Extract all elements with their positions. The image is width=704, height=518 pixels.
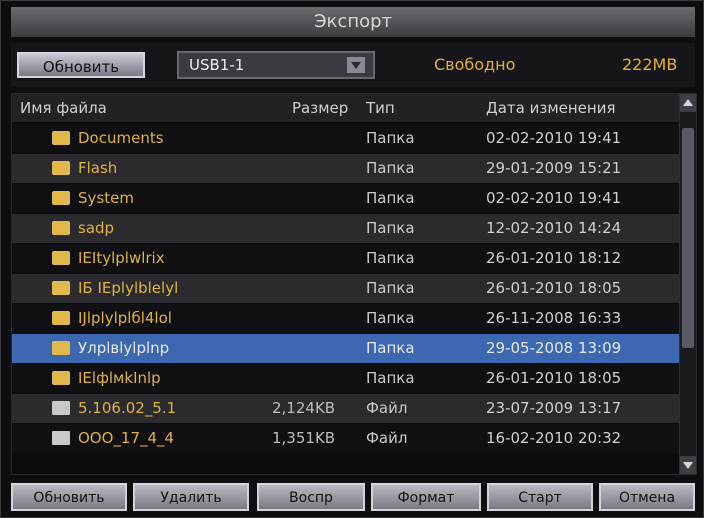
file-row[interactable]: sadp Папка 12-02-2010 14:24 — [12, 214, 680, 243]
file-name: IElфlмkInlp — [78, 369, 161, 387]
file-row[interactable]: IJlplylplбl4lol Папка 26-11-2008 16:33 — [12, 304, 680, 333]
folder-icon — [52, 131, 70, 145]
free-space-value: 222MB — [622, 55, 678, 74]
file-name: Documents — [78, 129, 164, 147]
file-row[interactable]: Улрlвlylplnp Папка 29-05-2008 13:09 — [12, 334, 680, 363]
file-date: 12-02-2010 14:24 — [486, 219, 622, 237]
file-row[interactable]: 5.106.02_5.1 2,124KB Файл 23-07-2009 13:17 — [12, 394, 680, 423]
file-name: IEItylplwlrix — [78, 249, 165, 267]
file-date: 29-05-2008 13:09 — [486, 339, 622, 357]
file-name: Flash — [78, 159, 118, 177]
file-date: 23-07-2009 13:17 — [486, 399, 622, 417]
file-date: 29-01-2009 15:21 — [486, 159, 622, 177]
free-space-label: Свободно — [434, 55, 516, 74]
file-row[interactable]: Flash Папка 29-01-2009 15:21 — [12, 154, 680, 183]
format-button[interactable]: Формат — [371, 483, 481, 511]
file-list-rows: Documents Папка 02-02-2010 19:41 Flash Папка… — [12, 124, 680, 474]
refresh-button[interactable]: Обновить — [17, 52, 145, 78]
folder-icon — [52, 191, 70, 205]
export-dialog: Экспорт Обновить USB1-1 Свободно 222MB И… — [0, 0, 704, 518]
scroll-up-icon[interactable] — [680, 94, 696, 112]
cancel-button[interactable]: Отмена — [599, 483, 695, 511]
device-select[interactable]: USB1-1 — [177, 51, 375, 79]
file-size: 1,351KB — [272, 429, 336, 447]
footer-buttons: Обновить Удалить Воспр Формат Старт Отме… — [11, 483, 695, 511]
delete-button[interactable]: Удалить — [133, 483, 249, 511]
file-date: 26-01-2010 18:12 — [486, 249, 622, 267]
folder-icon — [52, 221, 70, 235]
scroll-down-icon[interactable] — [680, 456, 696, 474]
file-type: Папка — [366, 309, 415, 327]
chevron-down-icon[interactable] — [347, 57, 365, 73]
file-icon — [52, 431, 70, 445]
vertical-scrollbar[interactable] — [679, 94, 696, 474]
toolbar: Обновить USB1-1 Свободно 222MB — [11, 43, 695, 87]
file-type: Папка — [366, 129, 415, 147]
footer-refresh-button[interactable]: Обновить — [11, 483, 127, 511]
file-name: 5.106.02_5.1 — [78, 399, 177, 417]
file-type: Папка — [366, 279, 415, 297]
header-date[interactable]: Дата изменения — [486, 99, 616, 117]
file-list-panel: Имя файла Размер Тип Дата изменения Docu… — [11, 93, 697, 475]
file-size: 2,124KB — [272, 399, 336, 417]
file-type: Папка — [366, 369, 415, 387]
file-name: System — [78, 189, 134, 207]
file-row[interactable]: IElфlмkInlp Папка 26-01-2010 18:05 — [12, 364, 680, 393]
file-type: Папка — [366, 159, 415, 177]
folder-icon — [52, 161, 70, 175]
file-type: Папка — [366, 219, 415, 237]
start-button[interactable]: Старт — [487, 483, 593, 511]
header-name[interactable]: Имя файла — [20, 99, 107, 117]
file-type: Файл — [366, 399, 408, 417]
file-row[interactable]: ООО_17_4_4 1,351KB Файл 16-02-2010 20:32 — [12, 424, 680, 453]
scroll-thumb[interactable] — [682, 128, 694, 348]
folder-icon — [52, 311, 70, 325]
file-name: sadp — [78, 219, 115, 237]
file-date: 02-02-2010 19:41 — [486, 129, 622, 147]
file-name: IJlplylplбl4lol — [78, 309, 172, 327]
file-row[interactable]: IБ IEplylblelyl Папка 26-01-2010 18:05 — [12, 274, 680, 303]
file-row[interactable]: Documents Папка 02-02-2010 19:41 — [12, 124, 680, 153]
file-name: IБ IEplylblelyl — [78, 279, 179, 297]
file-type: Папка — [366, 339, 415, 357]
file-name: ООО_17_4_4 — [78, 429, 175, 447]
file-date: 26-01-2010 18:05 — [486, 369, 622, 387]
file-icon — [52, 401, 70, 415]
file-date: 16-02-2010 20:32 — [486, 429, 622, 447]
file-type: Папка — [366, 249, 415, 267]
dialog-title: Экспорт — [11, 7, 695, 37]
folder-icon — [52, 251, 70, 265]
folder-icon — [52, 281, 70, 295]
file-list-header: Имя файла Размер Тип Дата изменения — [12, 94, 680, 122]
folder-icon — [52, 341, 70, 355]
file-type: Файл — [366, 429, 408, 447]
file-row[interactable]: System Папка 02-02-2010 19:41 — [12, 184, 680, 213]
device-select-value: USB1-1 — [189, 56, 245, 74]
file-name: Улрlвlylplnp — [78, 339, 170, 357]
header-size[interactable]: Размер — [292, 99, 348, 117]
header-type[interactable]: Тип — [366, 99, 395, 117]
folder-icon — [52, 371, 70, 385]
file-date: 26-11-2008 16:33 — [486, 309, 622, 327]
file-date: 26-01-2010 18:05 — [486, 279, 622, 297]
play-button[interactable]: Воспр — [257, 483, 365, 511]
file-date: 02-02-2010 19:41 — [486, 189, 622, 207]
file-type: Папка — [366, 189, 415, 207]
file-row[interactable]: IEItylplwlrix Папка 26-01-2010 18:12 — [12, 244, 680, 273]
